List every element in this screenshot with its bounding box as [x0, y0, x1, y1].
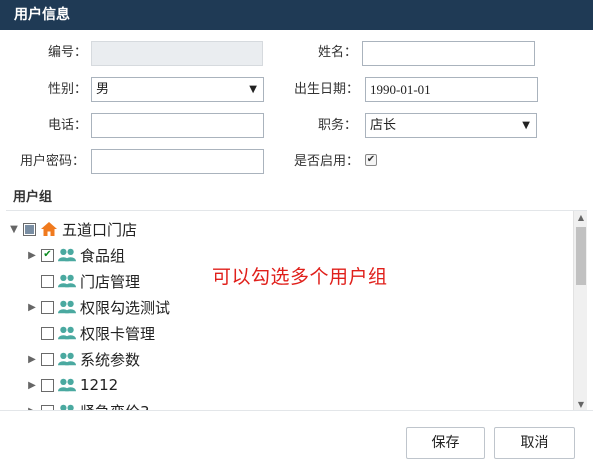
tree-scrollbar[interactable]: ▲ ▼	[573, 211, 587, 410]
users-icon	[58, 350, 76, 368]
id-field	[91, 41, 263, 66]
tree-node-label: 权限卡管理	[80, 324, 156, 343]
birth-label: 出生日期：	[294, 82, 360, 97]
tree-checkbox[interactable]	[41, 300, 54, 314]
user-group-title: 用户组	[13, 190, 53, 205]
tree-node-label: 1212	[80, 376, 119, 394]
users-icon	[58, 298, 76, 316]
tree-node-label: 紧急变价3	[80, 401, 150, 411]
users-icon	[58, 272, 76, 290]
tree-node-label: 门店管理	[80, 272, 141, 291]
tree-node-label: 食品组	[80, 246, 126, 265]
phone-input[interactable]	[91, 113, 264, 138]
scroll-down-icon[interactable]: ▼	[574, 400, 587, 409]
phone-label: 电话：	[48, 118, 88, 133]
password-input[interactable]	[91, 149, 264, 174]
gender-label: 性别：	[48, 82, 88, 97]
home-icon	[40, 220, 58, 238]
tree-checkbox[interactable]	[41, 326, 54, 340]
position-select[interactable]: 店长 ▼	[365, 113, 537, 138]
collapse-arrow-icon[interactable]: ▼	[8, 224, 20, 235]
enabled-checkbox[interactable]: ✔	[365, 154, 377, 166]
tree-node[interactable]: 门店管理	[26, 269, 140, 293]
user-group-tree: ▼ 五道口门店 ▶ ✔ 食品组 门店管理 ▶ 权限勾选测试 权限卡管理 ▶ 系统…	[6, 210, 587, 410]
tree-node[interactable]: ▶ 1212	[26, 373, 118, 397]
position-value: 店长	[370, 118, 397, 133]
gender-select[interactable]: 男 ▼	[91, 77, 264, 102]
tree-checkbox[interactable]	[41, 274, 54, 288]
chevron-down-icon: ▼	[522, 120, 530, 131]
tree-checkbox[interactable]: ✔	[41, 248, 54, 262]
expand-arrow-icon[interactable]: ▶	[26, 380, 38, 391]
expand-arrow-icon[interactable]: ▶	[26, 354, 38, 365]
chevron-down-icon: ▼	[249, 84, 257, 95]
tree-node-label: 系统参数	[80, 350, 141, 369]
tree-checkbox[interactable]	[41, 378, 54, 392]
users-icon	[58, 246, 76, 264]
users-icon	[58, 402, 76, 410]
password-label: 用户密码：	[20, 154, 86, 169]
tree-node-label: 权限勾选测试	[80, 298, 171, 317]
tree-node[interactable]: ▼ 五道口门店	[8, 217, 137, 241]
dialog-title: 用户信息	[0, 0, 593, 30]
id-label: 编号：	[48, 45, 88, 60]
tree-checkbox[interactable]	[23, 222, 36, 236]
name-input[interactable]	[362, 41, 535, 66]
tree-node[interactable]: ▶ ✔ 食品组	[26, 243, 125, 267]
tree-node[interactable]: ▶ 系统参数	[26, 347, 140, 371]
birth-date-input[interactable]: 1990-01-01	[365, 77, 538, 102]
enabled-label: 是否启用：	[294, 154, 360, 169]
tree-node[interactable]: 权限卡管理	[26, 321, 155, 345]
users-icon	[58, 324, 76, 342]
tree-checkbox[interactable]	[41, 352, 54, 366]
annotation-text: 可以勾选多个用户组	[212, 266, 388, 288]
gender-value: 男	[96, 82, 110, 97]
tree-node-label: 五道口门店	[62, 220, 138, 239]
tree-node[interactable]: ▶ 权限勾选测试	[26, 295, 170, 319]
tree-node[interactable]: ▶ 紧急变价3	[26, 399, 150, 410]
expand-arrow-icon[interactable]: ▶	[26, 302, 38, 313]
users-icon	[58, 376, 76, 394]
cancel-button[interactable]: 取消	[494, 427, 575, 459]
expand-arrow-icon[interactable]: ▶	[26, 250, 38, 261]
save-button[interactable]: 保存	[406, 427, 485, 459]
scrollbar-thumb[interactable]	[576, 227, 586, 285]
name-label: 姓名：	[318, 45, 358, 60]
scroll-up-icon[interactable]: ▲	[574, 213, 587, 222]
position-label: 职务：	[318, 118, 358, 133]
